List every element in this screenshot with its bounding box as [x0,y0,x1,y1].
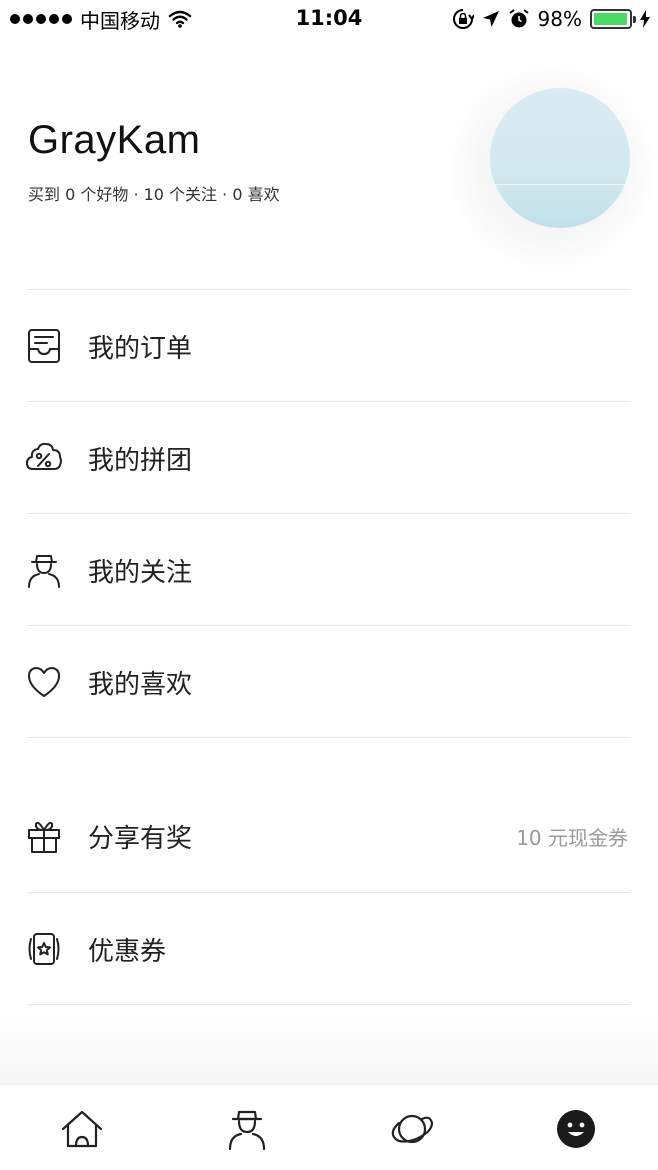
menu-label: 我的关注 [88,557,193,588]
menu-label: 我的拼团 [88,445,193,476]
smiley-icon [557,1110,595,1148]
menu-item-share-reward[interactable]: 分享有奖 10 元现金券 [0,780,658,892]
status-right: 98% [452,6,650,32]
menu-item-coupons[interactable]: 优惠券 [0,893,658,1005]
menu-item-orders[interactable]: 我的订单 [0,290,658,402]
menu-item-following[interactable]: 我的关注 [0,514,658,626]
share-reward-note: 10 元现金券 [516,825,628,850]
divider [28,737,630,738]
tab-bar [0,1084,658,1170]
coupon-icon [24,929,64,969]
username: GrayKam [28,118,201,162]
tab-me[interactable] [554,1107,598,1151]
orientation-lock-icon [452,9,474,29]
home-icon [61,1110,103,1148]
status-bar: 中国移动 11:04 98% [0,0,658,40]
gift-icon [24,816,64,856]
tab-discover[interactable] [390,1107,434,1151]
divider [28,1004,630,1005]
following-icon [24,550,64,590]
alarm-icon [508,9,529,28]
heart-icon [24,662,64,702]
tab-home[interactable] [60,1107,104,1151]
orders-icon [24,326,64,366]
profile-stats: 买到 0 个好物 · 10 个关注 · 0 喜欢 [28,185,280,204]
battery-icon [590,9,636,29]
menu-item-group-buy[interactable]: 我的拼团 [0,402,658,514]
menu-label: 优惠券 [88,936,167,967]
tab-following[interactable] [225,1107,269,1151]
menu-label: 我的喜欢 [88,669,193,700]
menu-label: 分享有奖 [88,823,193,854]
location-icon [482,11,499,27]
menu-item-likes[interactable]: 我的喜欢 [0,626,658,738]
battery-percent: 98% [537,7,582,31]
person-icon [228,1110,266,1151]
group-buy-icon [24,438,64,478]
avatar[interactable] [490,88,630,228]
charging-icon [640,10,650,28]
planet-icon [391,1114,434,1144]
menu-label: 我的订单 [88,333,193,364]
